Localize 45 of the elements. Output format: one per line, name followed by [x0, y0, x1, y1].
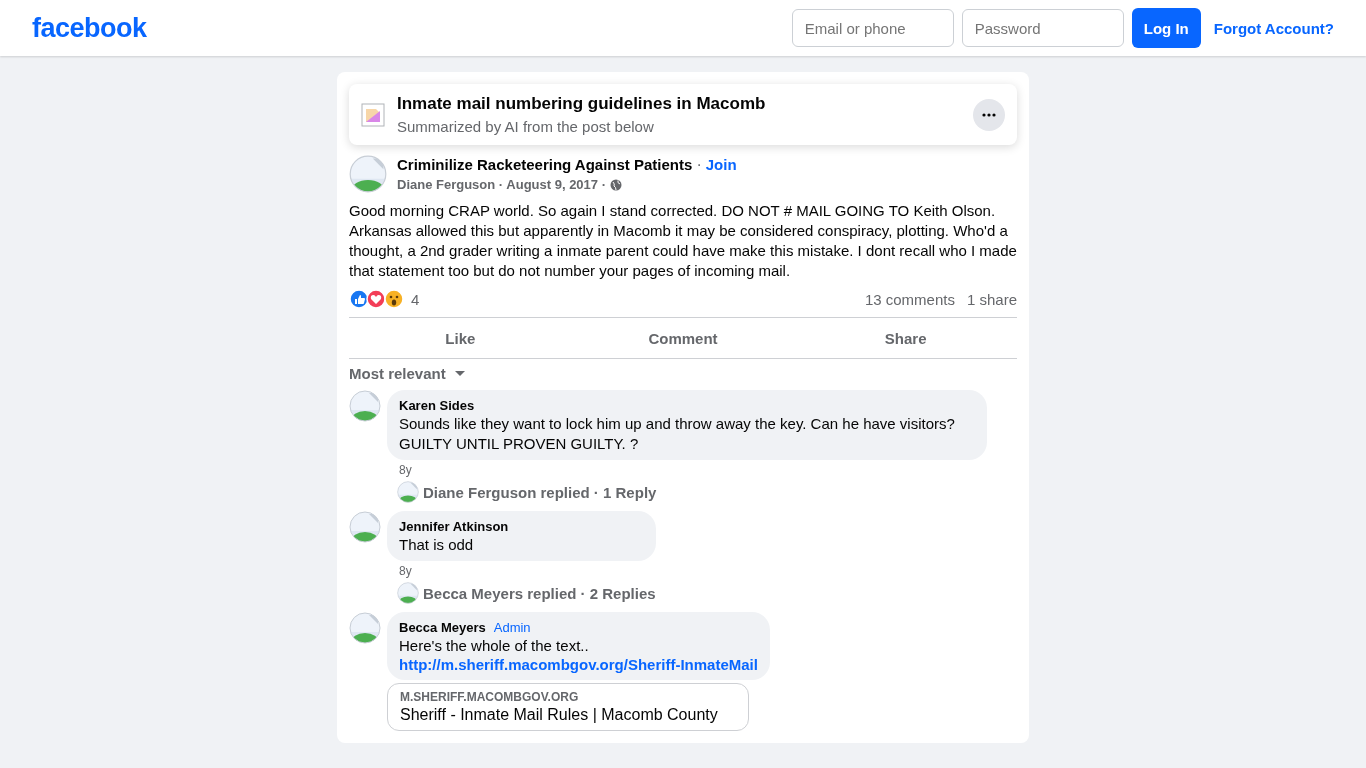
post-action-button[interactable]: Share	[794, 318, 1017, 358]
comment-author[interactable]: Becca Meyers	[399, 620, 486, 635]
sort-dropdown[interactable]: Most relevant	[349, 365, 466, 382]
comment-time: 8y	[399, 564, 413, 578]
more-options-icon[interactable]	[973, 98, 1005, 131]
preview-domain: M.SHERIFF.MACOMBGOV.ORG	[400, 690, 580, 704]
reaction-count[interactable]: 4	[411, 290, 420, 308]
post-action-button[interactable]: Comment	[571, 318, 795, 358]
group-name[interactable]: Criminilize Racketeering Against Patients	[397, 156, 693, 173]
view-replies-button[interactable]: Diane Ferguson replied · 1 Reply	[397, 481, 657, 503]
post-meta: Diane Ferguson · August 9, 2017 ·	[397, 177, 606, 192]
avatar-placeholder-icon	[349, 612, 381, 644]
avatar-placeholder-icon	[397, 481, 419, 503]
separator-dot: ·	[696, 156, 702, 173]
comment-link[interactable]: http://m.sheriff.macombgov.org/Sheriff-InmateMail	[399, 656, 758, 673]
comment-time: 8y	[399, 463, 413, 477]
join-link[interactable]: Join	[705, 156, 737, 173]
comment-text: Sounds like they want to lock him up and throw away the key. Can he have visitors? GUILTY UNTIL PROVEN GUILTY. ?	[399, 414, 956, 454]
link-preview-card[interactable]: M.SHERIFF.MACOMBGOV.ORG Sheriff - Inmate Mail Rules | Macomb County	[387, 683, 749, 731]
post-action-button[interactable]: Like	[349, 318, 572, 358]
comment-author[interactable]: Karen Sides	[399, 398, 475, 413]
comment-author[interactable]: Jennifer Atkinson	[399, 519, 509, 534]
admin-label: Admin	[493, 620, 531, 635]
login-button[interactable]: Log In	[1131, 8, 1201, 48]
caret-down-icon	[453, 369, 466, 378]
avatar-placeholder-icon	[349, 511, 381, 543]
view-replies-button[interactable]: Becca Meyers replied · 2 Replies	[397, 582, 656, 604]
forgot-account-link[interactable]: Forgot Account?	[1213, 19, 1334, 37]
comment-text: Here's the whole of the text..	[399, 636, 590, 656]
password-field[interactable]: Password	[961, 9, 1124, 47]
shares-count[interactable]: 1 share	[966, 290, 1017, 308]
comments-count[interactable]: 13 comments	[864, 290, 955, 308]
summary-title: Inmate mail numbering guidelines in Macomb	[397, 94, 766, 114]
globe-icon	[610, 178, 622, 191]
facebook-logo[interactable]: facebook	[32, 12, 147, 44]
avatar-placeholder-icon	[397, 582, 419, 604]
preview-title: Sheriff - Inmate Mail Rules | Macomb County	[400, 706, 719, 724]
avatar-placeholder-icon	[349, 390, 381, 422]
reaction-icons	[349, 289, 405, 309]
summary-subtitle: Summarized by AI from the post below	[397, 118, 655, 135]
post-text: Good morning CRAP world. So again I stand corrected. DO NOT # MAIL GOING TO Keith Olson. Arkansas allowed this but apparently in Macomb it may be considered conspiracy, plotting. Who'd a thought, a 2nd grader writing a inmate parent could have make this mistake. I dont recall who I made that statement too but do not number your pages of incoming mail.	[349, 201, 1017, 281]
email-field[interactable]: Email or phone	[791, 9, 954, 47]
comment-text: That is odd	[399, 535, 475, 555]
broken-image-icon	[361, 102, 385, 127]
avatar-placeholder-icon	[349, 155, 387, 193]
